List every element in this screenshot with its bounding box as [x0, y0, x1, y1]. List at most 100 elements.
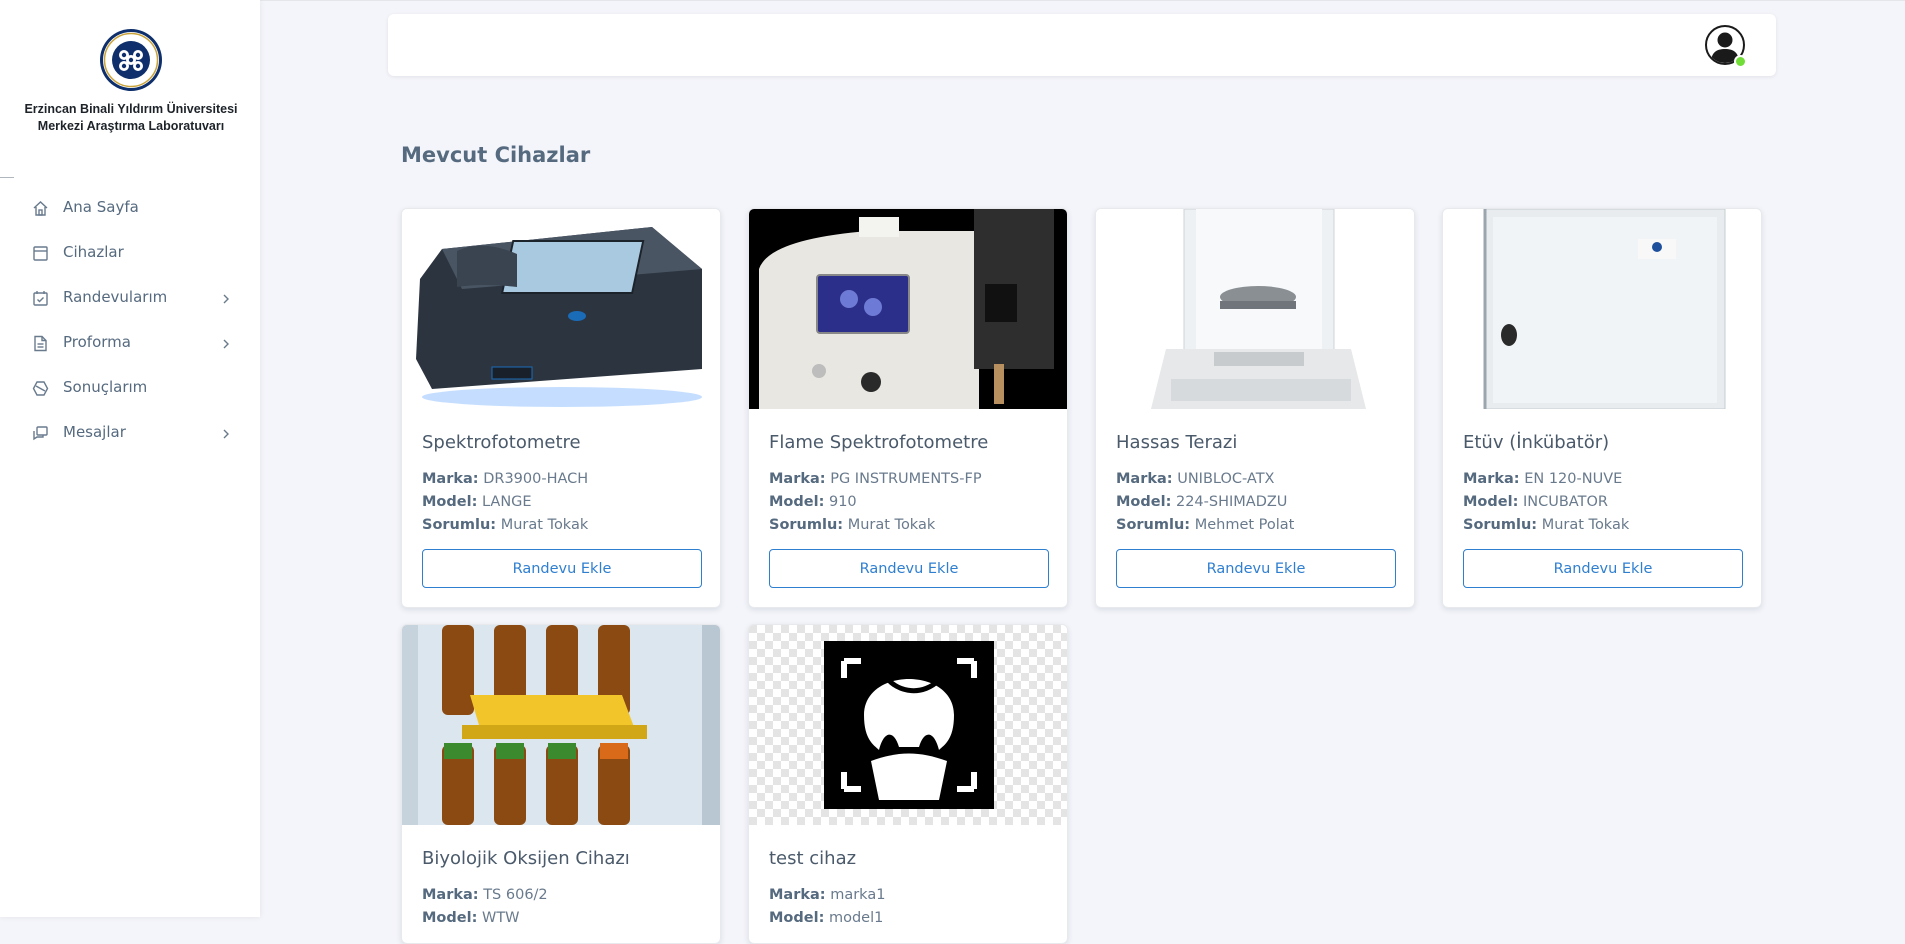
device-responsible: Murat Tokak [500, 517, 589, 533]
device-model: 910 [828, 494, 857, 510]
device-card: test cihaz Marka: marka1 Model: model1 [748, 624, 1068, 944]
calendar-check-icon [32, 290, 49, 307]
device-brand: DR3900-HACH [483, 471, 589, 487]
sidebar-item-label: Mesajlar [63, 423, 126, 441]
add-appointment-button[interactable]: Randevu Ekle [422, 549, 702, 588]
device-name: Etüv (İnkübatör) [1463, 432, 1610, 453]
device-card: Hassas Terazi Marka: UNIBLOC-ATX Model: … [1095, 208, 1415, 608]
device-model-row: Model: model1 [769, 910, 883, 926]
device-brand-row: Marka: PG INSTRUMENTS-FP [769, 471, 982, 487]
device-name: Flame Spektrofotometre [769, 432, 989, 453]
device-card: Flame Spektrofotometre Marka: PG INSTRUM… [748, 208, 1068, 608]
chat-icon [32, 425, 49, 442]
online-status-badge [1734, 55, 1747, 68]
window-icon [32, 245, 49, 262]
chevron-right-icon [221, 426, 231, 440]
brand-label: Marka: [1116, 471, 1173, 487]
brand-label: Marka: [769, 471, 826, 487]
device-brand-row: Marka: UNIBLOC-ATX [1116, 471, 1274, 487]
device-responsible-row: Sorumlu: Murat Tokak [769, 517, 935, 533]
university-logo[interactable] [99, 28, 163, 92]
device-brand-row: Marka: marka1 [769, 887, 885, 903]
device-responsible: Murat Tokak [847, 517, 936, 533]
device-responsible-row: Sorumlu: Murat Tokak [1463, 517, 1629, 533]
sidebar-item-randevularim[interactable]: Randevularım [0, 276, 260, 321]
responsible-label: Sorumlu: [1116, 517, 1191, 533]
device-model: 224-SHIMADZU [1175, 494, 1288, 510]
device-responsible-row: Sorumlu: Mehmet Polat [1116, 517, 1294, 533]
sidebar-menu: Ana Sayfa Cihazlar Randevularım Proforma [0, 186, 260, 456]
device-model-row: Model: 224-SHIMADZU [1116, 494, 1287, 510]
model-label: Model: [769, 494, 825, 510]
device-name: Biyolojik Oksijen Cihazı [422, 848, 630, 869]
responsible-label: Sorumlu: [769, 517, 844, 533]
sidebar: Erzincan Binali Yıldırım Üniversitesi Me… [0, 0, 260, 917]
brand-label: Marka: [422, 887, 479, 903]
responsible-label: Sorumlu: [422, 517, 497, 533]
device-model: WTW [481, 910, 520, 926]
device-model-row: Model: LANGE [422, 494, 532, 510]
device-image [1096, 209, 1414, 409]
device-responsible: Mehmet Polat [1194, 517, 1295, 533]
add-appointment-button[interactable]: Randevu Ekle [1463, 549, 1743, 588]
device-model: INCUBATOR [1522, 494, 1608, 510]
device-brand: EN 120-NUVE [1524, 471, 1623, 487]
sidebar-item-label: Cihazlar [63, 243, 124, 261]
brand-label: Marka: [769, 887, 826, 903]
device-brand-row: Marka: EN 120-NUVE [1463, 471, 1622, 487]
sidebar-item-label: Proforma [63, 333, 131, 351]
home-icon [32, 200, 49, 217]
document-icon [32, 335, 49, 352]
device-brand: marka1 [830, 887, 886, 903]
model-label: Model: [422, 494, 478, 510]
sidebar-item-cihazlar[interactable]: Cihazlar [0, 231, 260, 276]
institution-name: Erzincan Binali Yıldırım Üniversitesi Me… [20, 101, 242, 135]
sidebar-item-label: Ana Sayfa [63, 198, 139, 216]
device-brand-row: Marka: TS 606/2 [422, 887, 548, 903]
polygon-icon [32, 380, 49, 397]
device-image [402, 209, 720, 409]
responsible-label: Sorumlu: [1463, 517, 1538, 533]
device-image [749, 209, 1067, 409]
device-brand: UNIBLOC-ATX [1177, 471, 1275, 487]
device-card: Spektrofotometre Marka: DR3900-HACH Mode… [401, 208, 721, 608]
device-brand: TS 606/2 [483, 887, 548, 903]
sidebar-item-proforma[interactable]: Proforma [0, 321, 260, 366]
device-image [1443, 209, 1761, 409]
sidebar-item-label: Randevularım [63, 288, 168, 306]
device-model-row: Model: WTW [422, 910, 520, 926]
device-model: LANGE [481, 494, 532, 510]
device-name: Spektrofotometre [422, 432, 581, 453]
institution-name-line2: Merkezi Araştırma Laboratuvarı [37, 119, 225, 133]
device-model: model1 [828, 910, 884, 926]
model-label: Model: [769, 910, 825, 926]
sidebar-item-label: Sonuçlarım [63, 378, 148, 396]
sidebar-divider [0, 177, 14, 178]
institution-name-line1: Erzincan Binali Yıldırım Üniversitesi [24, 102, 238, 116]
sidebar-item-mesajlar[interactable]: Mesajlar [0, 411, 260, 456]
top-navbar [388, 14, 1776, 76]
brand-label: Marka: [1463, 471, 1520, 487]
device-model-row: Model: 910 [769, 494, 857, 510]
device-image [402, 625, 720, 825]
brand-label: Marka: [422, 471, 479, 487]
device-name: Hassas Terazi [1116, 432, 1238, 453]
device-name: test cihaz [769, 848, 857, 869]
add-appointment-button[interactable]: Randevu Ekle [769, 549, 1049, 588]
device-responsible: Murat Tokak [1541, 517, 1630, 533]
chevron-right-icon [221, 336, 231, 350]
device-responsible-row: Sorumlu: Murat Tokak [422, 517, 588, 533]
sidebar-item-ana-sayfa[interactable]: Ana Sayfa [0, 186, 260, 231]
device-model-row: Model: INCUBATOR [1463, 494, 1608, 510]
device-brand-row: Marka: DR3900-HACH [422, 471, 588, 487]
model-label: Model: [422, 910, 478, 926]
model-label: Model: [1463, 494, 1519, 510]
device-image-placeholder [749, 625, 1067, 825]
sidebar-item-sonuclarim[interactable]: Sonuçlarım [0, 366, 260, 411]
chevron-right-icon [221, 291, 231, 305]
device-card: Biyolojik Oksijen Cihazı Marka: TS 606/2… [401, 624, 721, 944]
device-card: Etüv (İnkübatör) Marka: EN 120-NUVE Mode… [1442, 208, 1762, 608]
device-brand: PG INSTRUMENTS-FP [830, 471, 982, 487]
model-label: Model: [1116, 494, 1172, 510]
add-appointment-button[interactable]: Randevu Ekle [1116, 549, 1396, 588]
